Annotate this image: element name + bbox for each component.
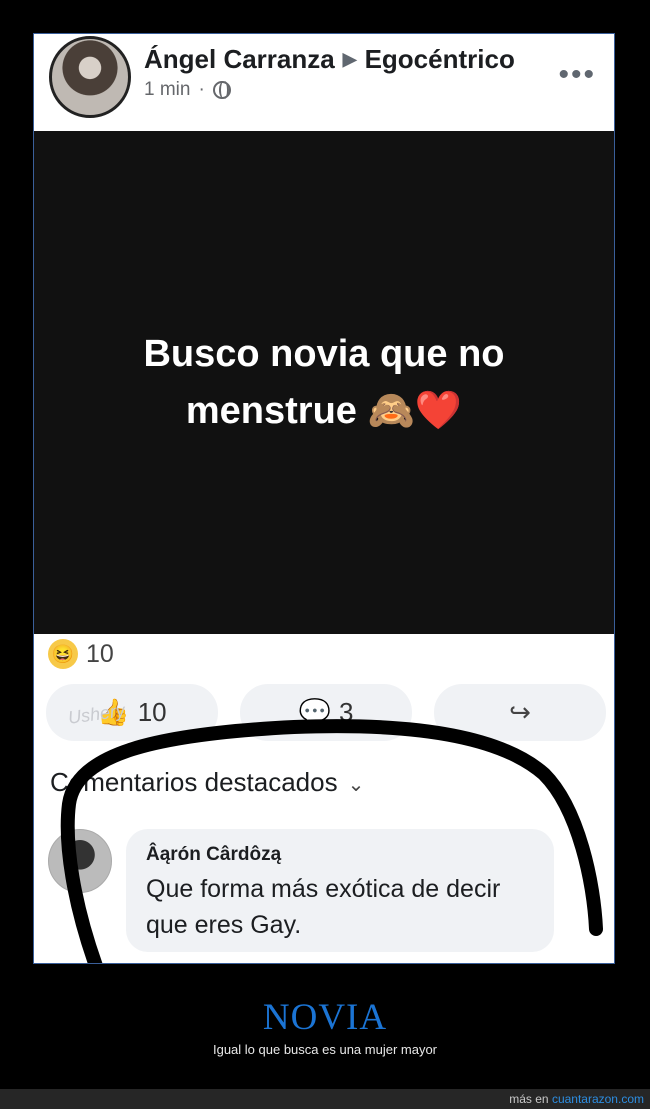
post-screenshot-frame: Ángel Carranza ▶ Egocéntrico 1 min · ••• B… <box>33 33 615 964</box>
footer-prefix: más en <box>509 1092 552 1106</box>
post-text-line-2: menstrue 🙈❤️ <box>114 382 534 439</box>
arrow-icon: ▶ <box>342 49 357 69</box>
post-time[interactable]: 1 min <box>144 79 190 101</box>
caption-title[interactable]: NOVIA <box>0 996 650 1039</box>
comments-filter[interactable]: Comentarios destacados ⌄ <box>50 767 364 798</box>
post-content: Busco novia que no menstrue 🙈❤️ <box>34 131 614 634</box>
share-button[interactable]: ↪ <box>434 684 606 741</box>
post-author-line: Ángel Carranza ▶ Egocéntrico <box>144 44 515 75</box>
comments-header-label: Comentarios destacados <box>50 767 338 797</box>
site-link[interactable]: cuantarazon.com <box>552 1092 644 1106</box>
post-header: Ángel Carranza ▶ Egocéntrico 1 min · ••• <box>34 34 614 131</box>
meta-separator: · <box>198 79 205 100</box>
chevron-down-icon: ⌄ <box>347 772 365 796</box>
more-options-icon[interactable]: ••• <box>558 58 596 92</box>
commenter-avatar[interactable] <box>48 829 112 893</box>
feeling-label[interactable]: Egocéntrico <box>365 44 515 74</box>
post-meta: 1 min · <box>144 79 231 101</box>
action-bar: 👍 10 💬 3 ↪ <box>46 684 606 741</box>
comment-bubble: Âąrón Cârdôzą Que forma más exótica de d… <box>126 829 554 952</box>
post-text-word: menstrue <box>185 390 357 432</box>
reaction-count: 10 <box>86 639 114 668</box>
globe-icon <box>212 81 231 99</box>
post-text-line-1: Busco novia que no <box>143 333 505 375</box>
like-count: 10 <box>137 697 167 727</box>
site-footer: más en cuantarazon.com <box>0 1089 650 1109</box>
caption-subtitle: Igual lo que busca es una mujer mayor <box>212 1042 437 1057</box>
comment-icon: 💬 <box>298 697 331 728</box>
author-name[interactable]: Ángel Carranza <box>144 44 335 74</box>
comment-count: 3 <box>338 697 354 727</box>
haha-icon: 😆 <box>48 639 78 669</box>
comment-author[interactable]: Âąrón Cârdôzą <box>146 844 534 866</box>
post-text: Busco novia que no menstrue 🙈❤️ <box>114 326 534 439</box>
comment-button[interactable]: 💬 3 <box>240 684 412 741</box>
comment-text: Que forma más exótica de decir que eres … <box>146 875 501 939</box>
author-avatar[interactable] <box>49 36 131 118</box>
emoji-icon: 🙈❤️ <box>367 388 463 432</box>
reactions-summary[interactable]: 😆 10 <box>48 639 114 669</box>
share-icon: ↪ <box>509 697 531 728</box>
